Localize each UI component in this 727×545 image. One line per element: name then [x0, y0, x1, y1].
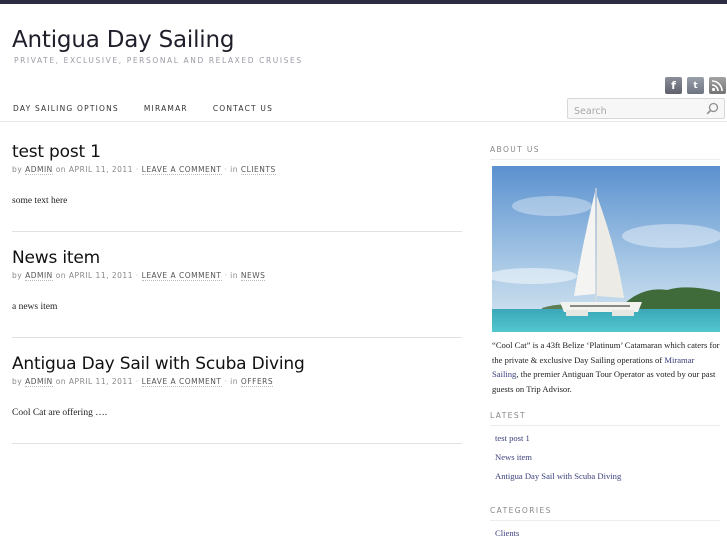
post-category-link[interactable]: CLIENTS [240, 165, 276, 175]
latest-item[interactable]: News item [495, 452, 621, 471]
search-box [567, 98, 725, 121]
about-us-text: “Cool Cat” is a 43ft Belize ‘Platinum’ C… [492, 338, 720, 396]
meta-separator: · [224, 165, 228, 174]
about-us-heading: ABOUT US [490, 145, 720, 160]
meta-separator: · [224, 377, 228, 386]
post-meta: by ADMIN on APRIL 11, 2011 · LEAVE A COM… [12, 165, 462, 175]
meta-separator: · [224, 271, 228, 280]
post-meta: by ADMIN on APRIL 11, 2011 · LEAVE A COM… [12, 271, 462, 281]
catamaran-photo [492, 166, 720, 332]
about-text-outro: , the premier Antiguan Tour Operator as … [492, 369, 716, 394]
leave-comment-link[interactable]: LEAVE A COMMENT [141, 271, 222, 281]
categories-list: Clients [495, 528, 519, 545]
post-category-link[interactable]: NEWS [240, 271, 266, 281]
latest-item[interactable]: Antigua Day Sail with Scuba Diving [495, 471, 621, 490]
leave-comment-link[interactable]: LEAVE A COMMENT [141, 377, 222, 387]
meta-in: in [230, 165, 239, 174]
post-date: APRIL 11, 2011 [68, 271, 133, 280]
site-title[interactable]: Antigua Day Sailing [12, 27, 234, 53]
post-date: APRIL 11, 2011 [68, 165, 133, 174]
nav-item-miramar[interactable]: MIRAMAR [144, 104, 188, 113]
post-title[interactable]: Antigua Day Sail with Scuba Diving [12, 354, 462, 374]
meta-by: by [12, 377, 23, 386]
header-divider [0, 121, 727, 122]
latest-item[interactable]: test post 1 [495, 433, 621, 452]
post-title[interactable]: News item [12, 248, 462, 268]
meta-in: in [230, 377, 239, 386]
categories-heading: CATEGORIES [490, 506, 720, 521]
nav-item-day-sailing-options[interactable]: DAY SAILING OPTIONS [13, 104, 119, 113]
latest-heading: LATEST [490, 411, 720, 426]
social-links: f t [665, 77, 726, 94]
post-excerpt: Cool Cat are offering …. [12, 408, 108, 418]
main-nav: DAY SAILING OPTIONS MIRAMAR CONTACT US [13, 104, 298, 113]
post-entry: News item by ADMIN on APRIL 11, 2011 · L… [12, 248, 462, 312]
latest-list: test post 1 News item Antigua Day Sail w… [495, 433, 621, 490]
site-tagline: PRIVATE, EXCLUSIVE, PERSONAL AND RELAXED… [14, 56, 303, 65]
meta-by: by [12, 165, 23, 174]
nav-item-contact-us[interactable]: CONTACT US [213, 104, 273, 113]
post-entry: test post 1 by ADMIN on APRIL 11, 2011 ·… [12, 142, 462, 206]
post-author-link[interactable]: ADMIN [25, 271, 53, 281]
post-excerpt: some text here [12, 196, 68, 206]
post-meta: by ADMIN on APRIL 11, 2011 · LEAVE A COM… [12, 377, 462, 387]
post-excerpt: a news item [12, 302, 58, 312]
post-author-link[interactable]: ADMIN [25, 377, 53, 387]
post-author-link[interactable]: ADMIN [25, 165, 53, 175]
post-divider [12, 443, 462, 444]
leave-comment-link[interactable]: LEAVE A COMMENT [141, 165, 222, 175]
meta-on: on [55, 271, 67, 280]
post-divider [12, 337, 462, 338]
rss-icon[interactable] [709, 77, 726, 94]
post-entry: Antigua Day Sail with Scuba Diving by AD… [12, 354, 462, 418]
post-divider [12, 231, 462, 232]
facebook-icon[interactable]: f [665, 77, 682, 94]
twitter-icon[interactable]: t [687, 77, 704, 94]
search-icon[interactable] [706, 102, 719, 115]
top-accent-bar [0, 0, 727, 4]
category-item[interactable]: Clients [495, 528, 519, 545]
rss-glyph [711, 80, 723, 92]
post-category-link[interactable]: OFFERS [240, 377, 274, 387]
meta-on: on [55, 377, 67, 386]
post-title[interactable]: test post 1 [12, 142, 462, 162]
meta-separator: · [135, 165, 139, 174]
meta-separator: · [135, 377, 139, 386]
meta-by: by [12, 271, 23, 280]
meta-on: on [55, 165, 67, 174]
search-input[interactable] [568, 102, 698, 121]
meta-separator: · [135, 271, 139, 280]
meta-in: in [230, 271, 239, 280]
post-date: APRIL 11, 2011 [68, 377, 133, 386]
